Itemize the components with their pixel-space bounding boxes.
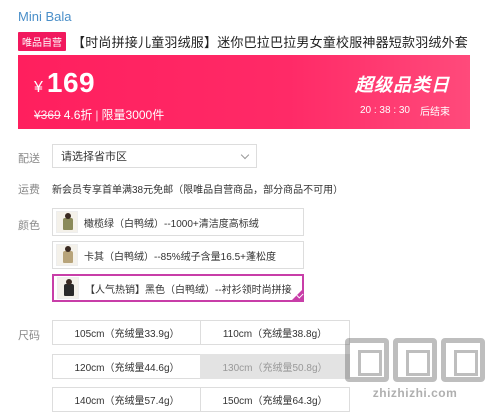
size-label: 尺码 <box>18 330 40 342</box>
size-option-120[interactable]: 120cm（充绒量44.6g） <box>52 354 202 379</box>
countdown-value: 20 : 38 : 30 <box>359 105 410 116</box>
color-option-khaki[interactable]: 卡其（白鸭绒）--85%绒子含量16.5+蓬松度 <box>52 241 304 269</box>
delivery-label: 配送 <box>18 153 40 165</box>
black-jacket-thumbnail <box>57 277 79 299</box>
khaki-jacket-thumbnail <box>56 244 78 266</box>
product-title: 【时尚拼接儿童羽绒服】迷你巴拉巴拉男女童校服神器短款羽绒外套 <box>72 34 469 50</box>
price-details: ¥369 4.6折 | 限量3000件 <box>34 106 164 123</box>
region-select[interactable]: 请选择省市区 <box>52 144 257 168</box>
color-option-label: 【人气热销】黑色（白鸭绒）--衬衫领时尚拼接 <box>85 284 292 296</box>
discount-rate: 4.6折 <box>63 108 93 122</box>
size-option-105[interactable]: 105cm（充绒量33.9g） <box>52 320 202 345</box>
color-label: 颜色 <box>18 220 40 232</box>
chevron-down-icon <box>240 150 250 159</box>
self-operated-tag: 唯品自营 <box>18 31 66 51</box>
color-option-label: 橄榄绿（白鸭绒）--1000+清洁度高标绒 <box>84 218 259 230</box>
currency-symbol: ¥ <box>34 79 43 96</box>
countdown-label: 后结束 <box>420 107 450 118</box>
size-option-150[interactable]: 150cm（充绒量64.3g） <box>200 387 350 412</box>
watermark-logo <box>340 338 490 382</box>
selected-check-icon <box>290 288 304 302</box>
original-price: ¥369 <box>34 107 61 122</box>
color-option-olive[interactable]: 橄榄绿（白鸭绒）--1000+清洁度高标绒 <box>52 208 304 236</box>
price-value: 169 <box>46 67 96 98</box>
freight-info: 新会员专享首单满38元免邮（限唯品自营商品，部分商品不可用） <box>52 185 344 196</box>
color-option-black[interactable]: 【人气热销】黑色（白鸭绒）--衬衫领时尚拼接 <box>52 274 304 302</box>
current-price: ¥ 169 <box>34 67 95 99</box>
brand-name[interactable]: Mini Bala <box>18 9 71 24</box>
stock-limit: 限量3000件 <box>101 108 165 122</box>
size-option-140[interactable]: 140cm（充绒量57.4g） <box>52 387 202 412</box>
event-name: 超级品类日 <box>355 75 450 95</box>
olive-jacket-thumbnail <box>56 211 78 233</box>
region-select-value: 请选择省市区 <box>61 151 127 163</box>
site-watermark: zhizhizhi.com <box>340 338 490 408</box>
watermark-text: zhizhizhi.com <box>372 386 458 400</box>
size-option-130: 130cm（充绒量50.8g） <box>200 354 350 379</box>
price-divider: | <box>95 107 99 122</box>
price-banner: ¥ 169 ¥369 4.6折 | 限量3000件 超级品类日 20 : 38 … <box>18 55 470 129</box>
product-title-row: 唯品自营 【时尚拼接儿童羽绒服】迷你巴拉巴拉男女童校服神器短款羽绒外套 <box>18 31 494 51</box>
countdown-timer: 20 : 38 : 30 后结束 <box>360 103 450 118</box>
size-option-110[interactable]: 110cm（充绒量38.8g） <box>200 320 350 345</box>
freight-label: 运费 <box>18 184 40 196</box>
color-option-label: 卡其（白鸭绒）--85%绒子含量16.5+蓬松度 <box>84 251 276 263</box>
